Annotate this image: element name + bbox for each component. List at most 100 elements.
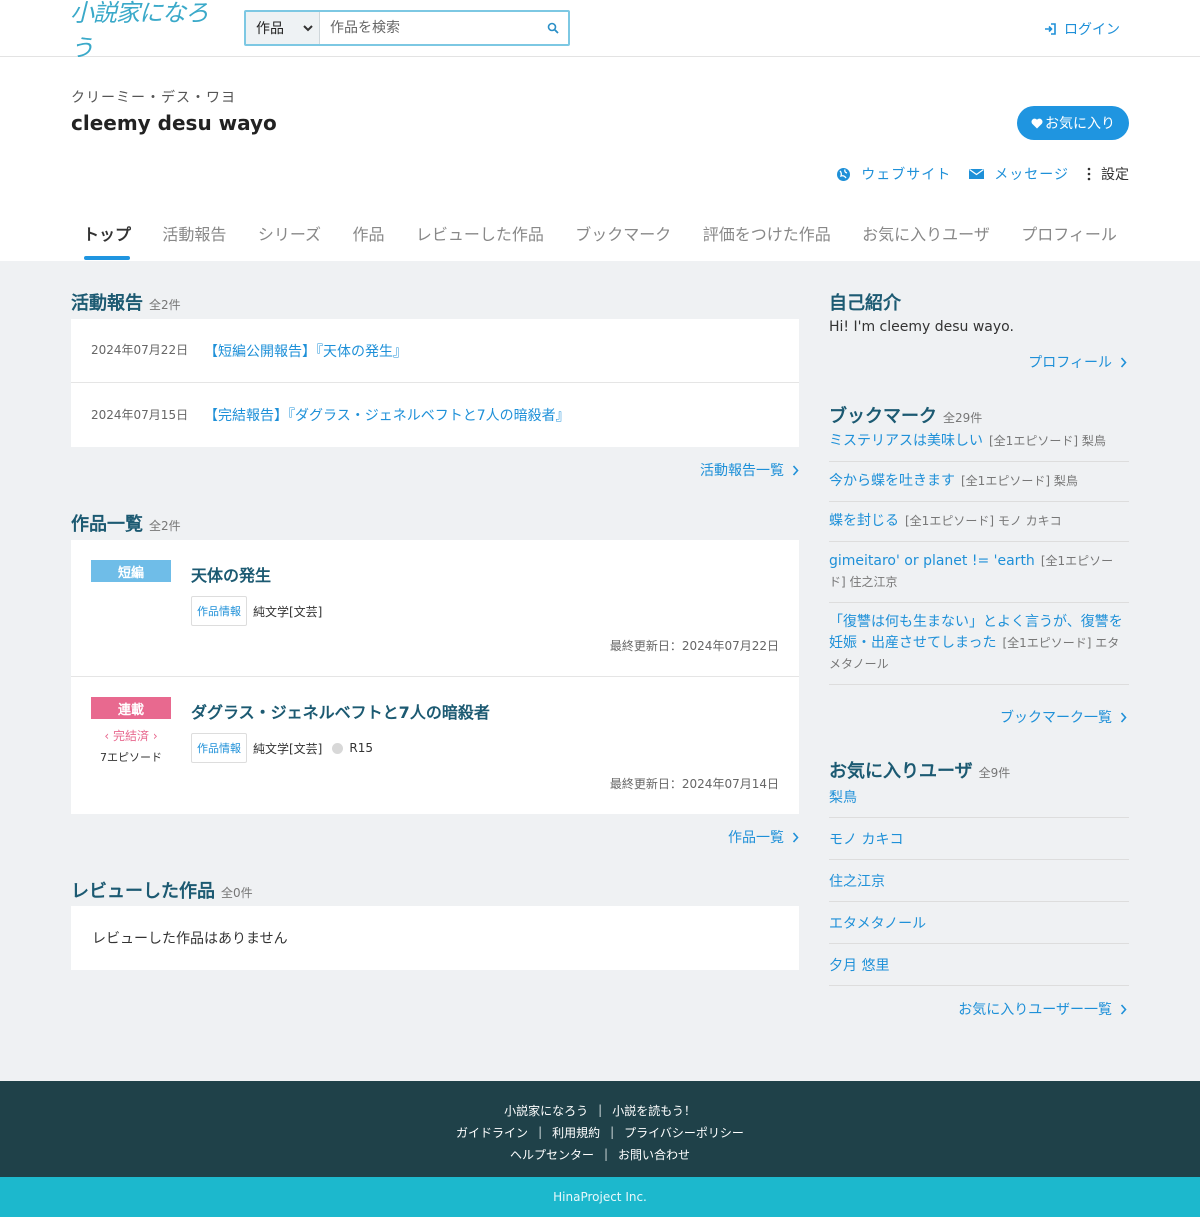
tab-rated[interactable]: 評価をつけた作品: [690, 223, 844, 261]
bookmarks-more-link[interactable]: ブックマーク一覧: [1000, 707, 1127, 727]
profile-actions: ウェブサイト メッセージ 設定: [836, 164, 1129, 184]
fav-user-list: 梨鳥 モノ カキコ 住之江京 エタメタノール 夕月 悠里: [829, 776, 1129, 986]
website-link[interactable]: ウェブサイト: [836, 164, 951, 184]
activity-more-label: 活動報告一覧: [700, 463, 784, 479]
footer-link[interactable]: ガイドライン: [456, 1124, 528, 1141]
favorite-button-label: お気に入り: [1045, 116, 1115, 132]
work-item: 短編 天体の発生 作品情報 純文学[文芸] 最終更新日：2024年07月22日: [71, 540, 799, 677]
works-heading: 作品一覧 全2件: [71, 510, 181, 536]
profile-header: クリーミー・デス・ワヨ cleemy desu wayo お気に入り ウェブサイ…: [0, 57, 1200, 261]
footer-separator: |: [598, 1103, 603, 1117]
intro-heading: 自己紹介: [829, 289, 901, 315]
heart-icon: [1031, 118, 1043, 129]
footer-link[interactable]: 小説を読もう！: [612, 1102, 696, 1119]
chevron-down-icon: [303, 24, 313, 32]
work-title-link[interactable]: ダグラス・ジェネルベフトと7人の暗殺者: [191, 699, 490, 723]
site-logo[interactable]: 小説家になろう: [70, 0, 230, 62]
login-link[interactable]: ログイン: [1044, 19, 1120, 39]
fav-user-link[interactable]: 住之江京: [829, 860, 1129, 902]
profile-tabs: トップ 活動報告 シリーズ 作品 レビューした作品 ブックマーク 評価をつけた作…: [70, 223, 1130, 261]
works-title: 作品一覧: [71, 514, 143, 535]
tab-bookmarks[interactable]: ブックマーク: [562, 223, 684, 261]
work-rating: R15: [349, 741, 373, 755]
tab-profile[interactable]: プロフィール: [1008, 223, 1130, 261]
logo-text: 小説家になろう: [70, 0, 209, 62]
tab-top[interactable]: トップ: [70, 223, 144, 261]
bookmark-title-link[interactable]: gimeitaro' or planet != 'earth: [829, 553, 1035, 569]
footer-link[interactable]: ヘルプセンター: [510, 1146, 594, 1163]
bookmark-title-link[interactable]: ミステリアスは美味しい: [829, 433, 983, 449]
footer-row: 小説家になろう | 小説を読もう！: [0, 1099, 1200, 1121]
activity-item: 2024年07月22日 【短編公開報告】『天体の発生』: [71, 319, 799, 383]
activity-date: 2024年07月22日: [91, 343, 189, 357]
activity-item: 2024年07月15日 【完結報告】『ダグラス・ジェネルベフトと7人の暗殺者』: [71, 383, 799, 447]
tab-fav-users[interactable]: お気に入りユーザ: [849, 223, 1003, 261]
bookmark-meta: [全1エピソード] 梨鳥: [961, 474, 1078, 488]
work-meta: 作品情報 純文学[文芸]: [191, 596, 322, 626]
activity-title: 活動報告: [71, 293, 143, 314]
works-more-link[interactable]: 作品一覧: [728, 827, 799, 847]
chevron-right-icon: [1120, 1003, 1127, 1015]
message-link[interactable]: メッセージ: [969, 164, 1069, 184]
search-category-select[interactable]: 作品: [246, 12, 320, 44]
search-bar: 作品: [244, 10, 570, 46]
bookmark-list: ミステリアスは美味しい [全1エピソード] 梨鳥 今から蝶を吐きます [全1エピソー…: [829, 422, 1129, 685]
copyright-text: HinaProject Inc.: [553, 1190, 647, 1204]
chevron-right-icon: ›: [152, 729, 158, 743]
footer-link[interactable]: 小説家になろう: [504, 1102, 588, 1119]
tab-reviewed[interactable]: レビューした作品: [403, 223, 557, 261]
activity-link[interactable]: 【短編公開報告】『天体の発生』: [204, 341, 407, 361]
work-genre: 純文学[文芸]: [253, 741, 323, 756]
works-count: 全2件: [149, 519, 181, 533]
work-title-link[interactable]: 天体の発生: [191, 562, 271, 586]
tab-works[interactable]: 作品: [339, 223, 397, 261]
tab-activity[interactable]: 活動報告: [149, 223, 239, 261]
activity-heading: 活動報告 全2件: [71, 289, 181, 315]
activity-link[interactable]: 【完結報告】『ダグラス・ジェネルベフトと7人の暗殺者』: [204, 405, 570, 425]
work-info-button[interactable]: 作品情報: [191, 596, 247, 626]
website-label: ウェブサイト: [861, 167, 952, 183]
fav-user-link[interactable]: 夕月 悠里: [829, 944, 1129, 986]
search-input[interactable]: [320, 12, 538, 44]
work-genre: 純文学[文芸]: [253, 604, 323, 619]
main-content: 活動報告 全2件 2024年07月22日 【短編公開報告】『天体の発生』 202…: [0, 261, 1200, 1081]
footer-link[interactable]: 利用規約: [552, 1124, 600, 1141]
fav-user-link[interactable]: モノ カキコ: [829, 818, 1129, 860]
favorite-button[interactable]: お気に入り: [1017, 106, 1129, 140]
footer-link[interactable]: プライバシーポリシー: [624, 1124, 744, 1141]
footer-separator: |: [610, 1125, 615, 1139]
envelope-icon: [969, 168, 985, 180]
footer-link[interactable]: お問い合わせ: [618, 1146, 690, 1163]
search-button[interactable]: [538, 12, 568, 44]
work-info-button[interactable]: 作品情報: [191, 733, 247, 763]
bookmark-title-link[interactable]: 蝶を封じる: [829, 513, 899, 529]
work-episodes: 7エピソード: [100, 751, 162, 764]
activity-more-link[interactable]: 活動報告一覧: [700, 460, 799, 480]
work-status-label: 完結済: [112, 729, 149, 743]
login-label: ログイン: [1064, 22, 1120, 38]
work-updated-date: 最終更新日：2024年07月22日: [609, 639, 779, 653]
site-header: 小説家になろう 作品 ログイン: [0, 0, 1200, 62]
fav-users-more-link[interactable]: お気に入りユーザー一覧: [958, 999, 1127, 1019]
user-name: cleemy desu wayo: [71, 111, 277, 135]
search-category-value: 作品: [256, 21, 284, 37]
bookmark-meta: [全1エピソード] 梨鳥: [989, 434, 1106, 448]
profile-more-link[interactable]: プロフィール: [1028, 352, 1127, 372]
fav-user-link[interactable]: エタメタノール: [829, 902, 1129, 944]
footer-separator: |: [603, 1147, 609, 1161]
activity-list: 2024年07月22日 【短編公開報告】『天体の発生』 2024年07月15日 …: [71, 319, 799, 447]
settings-label: 設定: [1101, 167, 1129, 183]
footer-separator: |: [538, 1125, 543, 1139]
fav-user-link[interactable]: 梨鳥: [829, 776, 1129, 818]
work-updated-date: 最終更新日：2024年07月14日: [609, 777, 779, 791]
rating-dot-icon: [332, 742, 344, 754]
fav-users-more-label: お気に入りユーザー一覧: [958, 1002, 1112, 1018]
bookmark-title-link[interactable]: 今から蝶を吐きます: [829, 473, 955, 489]
tab-series[interactable]: シリーズ: [245, 223, 334, 261]
activity-count: 全2件: [149, 298, 181, 312]
chevron-left-icon: ‹: [104, 729, 110, 743]
chevron-right-icon: [1120, 356, 1127, 368]
settings-menu[interactable]: 設定: [1087, 164, 1129, 184]
works-more-label: 作品一覧: [728, 830, 784, 846]
copyright-bar: HinaProject Inc.: [0, 1177, 1200, 1217]
